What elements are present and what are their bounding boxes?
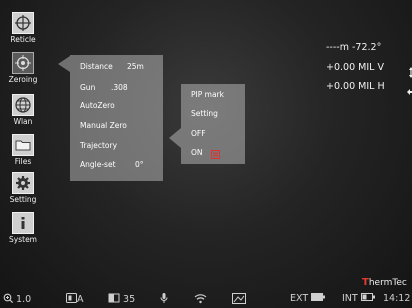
angle-value: 0° bbox=[135, 160, 144, 169]
sidebar-item-label: Zeroing bbox=[8, 75, 38, 84]
folder-icon bbox=[12, 134, 34, 156]
ext-battery-indicator: EXT bbox=[290, 293, 326, 304]
range-readout: ----m -72.2° bbox=[326, 42, 382, 53]
menu-item-gun[interactable]: Gun .308 bbox=[80, 83, 128, 92]
distance-label: Distance bbox=[80, 62, 113, 71]
mode-indicator: A bbox=[66, 293, 84, 306]
brightness-value: 35 bbox=[123, 294, 136, 305]
sidebar-item-label: Setting bbox=[9, 195, 37, 204]
sidebar-item-files[interactable]: Files bbox=[6, 134, 40, 166]
sidebar-item-label: Reticle bbox=[10, 35, 36, 44]
sidebar-item-label: System bbox=[9, 235, 37, 244]
zoom-value: 1.0 bbox=[16, 294, 32, 305]
zoom-icon bbox=[3, 293, 14, 306]
status-bar: 1.0 A 35 EXT INT 14:12 bbox=[0, 292, 412, 308]
int-label: INT bbox=[342, 293, 358, 304]
battery-icon bbox=[311, 293, 326, 304]
battery-icon bbox=[360, 293, 375, 304]
sidebar-item-reticle[interactable]: Reticle bbox=[6, 12, 40, 44]
menu-item-autozero[interactable]: AutoZero bbox=[80, 101, 115, 110]
brand-logo: ThermTec bbox=[362, 277, 407, 288]
sidebar-item-label: Files bbox=[14, 157, 32, 166]
zoom-indicator: 1.0 bbox=[3, 293, 31, 306]
menu-item-manual-zero[interactable]: Manual Zero bbox=[80, 121, 127, 130]
zeroing-menu: Distance 25m Gun .308 AutoZero Manual Ze… bbox=[70, 55, 163, 181]
gear-icon bbox=[12, 172, 34, 194]
int-battery-indicator: INT bbox=[342, 293, 375, 304]
menu-item-angle-set[interactable]: Angle-set 0° bbox=[80, 160, 144, 169]
horizontal-arrow-icon bbox=[407, 82, 412, 101]
submenu-pointer bbox=[169, 128, 181, 148]
sidebar-item-wlan[interactable]: Wlan bbox=[6, 94, 40, 126]
globe-icon bbox=[12, 94, 34, 116]
pip-on-checkbox[interactable] bbox=[211, 150, 220, 159]
menu-item-trajectory[interactable]: Trajectory bbox=[80, 141, 117, 150]
brightness-indicator: 35 bbox=[108, 293, 135, 306]
image-mode-icon bbox=[232, 293, 246, 307]
brand-logo-text: hermTec bbox=[368, 278, 407, 288]
horizontal-readout: +0.00 MIL H bbox=[326, 81, 385, 92]
pip-on-option[interactable]: ON bbox=[191, 148, 203, 157]
ext-label: EXT bbox=[290, 293, 309, 304]
distance-value: 25m bbox=[127, 62, 144, 71]
clock: 14:12 bbox=[383, 293, 411, 304]
mode-value: A bbox=[77, 294, 84, 305]
gun-label: Gun bbox=[80, 83, 96, 92]
menu-pointer bbox=[58, 56, 70, 72]
sidebar-item-setting[interactable]: Setting bbox=[6, 172, 40, 204]
sidebar-item-system[interactable]: System bbox=[6, 212, 40, 244]
vertical-readout: +0.00 MIL V bbox=[326, 62, 384, 73]
pip-setting-item[interactable]: Setting bbox=[191, 109, 218, 118]
crosshair-icon bbox=[12, 12, 34, 34]
pip-mark-title: PIP mark bbox=[191, 90, 224, 99]
sidebar-item-label: Wlan bbox=[13, 117, 33, 126]
target-icon bbox=[12, 52, 34, 74]
menu-item-distance[interactable]: Distance 25m bbox=[80, 62, 144, 71]
brand-logo-initial: T bbox=[362, 277, 369, 288]
pip-off-option[interactable]: OFF bbox=[191, 129, 206, 138]
mode-icon bbox=[66, 293, 77, 306]
microphone-icon bbox=[160, 293, 168, 307]
sidebar-item-zeroing[interactable]: Zeroing bbox=[6, 52, 40, 84]
brightness-icon bbox=[108, 293, 120, 306]
gun-value: .308 bbox=[111, 83, 128, 92]
wifi-icon bbox=[194, 293, 207, 307]
info-icon bbox=[12, 212, 34, 234]
angle-label: Angle-set bbox=[80, 160, 116, 169]
